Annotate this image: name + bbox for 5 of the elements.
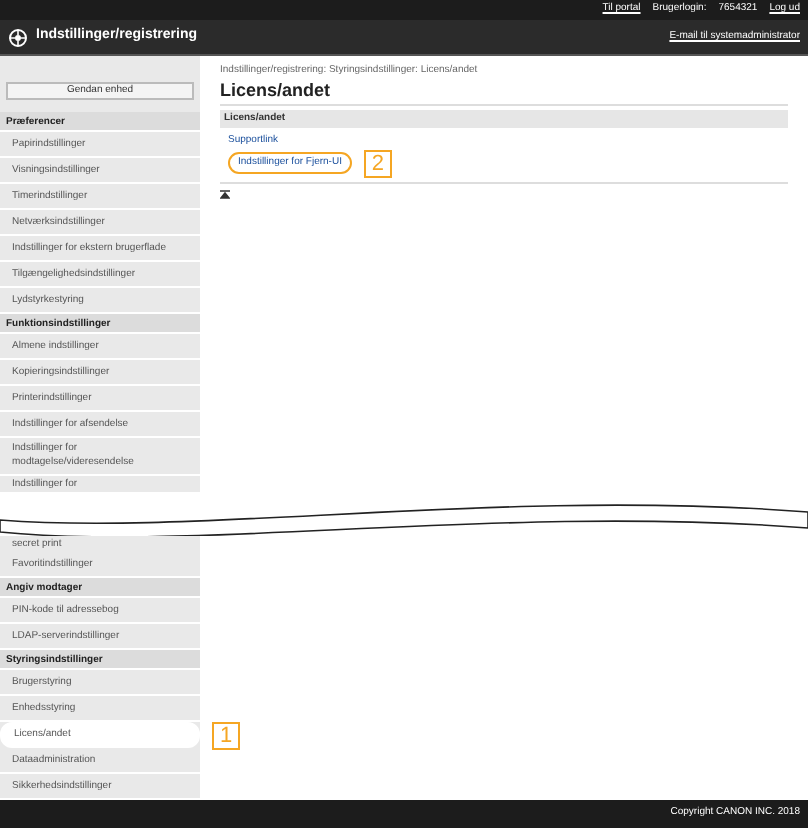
page-title: Licens/andet — [220, 78, 788, 106]
callout-number: 1 — [212, 721, 240, 749]
page-top-icon[interactable] — [220, 190, 230, 200]
callout-number: 2 — [363, 149, 392, 177]
gear-icon — [8, 27, 28, 47]
